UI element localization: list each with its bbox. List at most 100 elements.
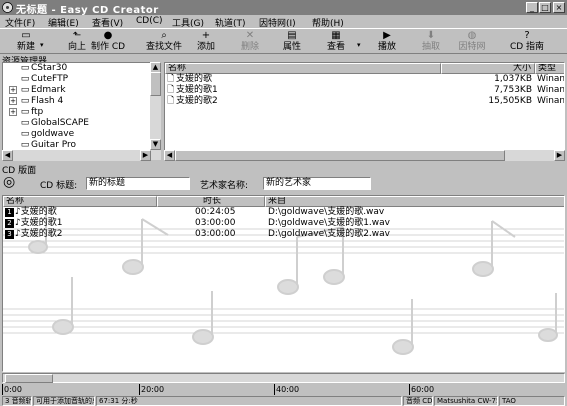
status-drive: Matsushita CW-7502 xyxy=(434,396,498,406)
maximize-button[interactable]: □ xyxy=(539,2,551,13)
status-time-left: 67:31 分:秒 xyxy=(96,396,402,406)
expand-icon[interactable]: + xyxy=(9,97,17,105)
cd-disc-icon: ◎ xyxy=(3,174,16,190)
track-row[interactable]: 3 ♪支媛的歌2 03:00:00 D:\goldwave\支媛的歌2.wav xyxy=(3,229,564,240)
file-type: Winan xyxy=(537,96,565,106)
scroll-right-arrow-icon[interactable]: ▶ xyxy=(140,150,151,161)
extract-icon: ⬇ xyxy=(426,30,436,41)
track-duration: 03:00:00 xyxy=(195,218,236,228)
scroll-down-arrow-icon[interactable]: ▼ xyxy=(150,139,161,150)
tree-item[interactable]: ▭ CStar30 xyxy=(19,63,67,74)
ruler-tick xyxy=(2,384,3,395)
artist-label: 艺术家名称: xyxy=(200,181,249,191)
expand-icon[interactable]: + xyxy=(9,108,17,116)
list-item[interactable]: 🗋 支媛的歌2 15,505KB Winan xyxy=(165,96,565,107)
make-cd-button[interactable]: ● 制作 CD xyxy=(88,30,128,53)
timeline-thumb[interactable] xyxy=(5,374,53,383)
extract-button[interactable]: ⬇ 抽取 xyxy=(411,30,451,53)
view-button[interactable]: ▦ 查看 xyxy=(316,30,356,53)
scroll-right-arrow-icon[interactable]: ▶ xyxy=(554,150,565,161)
artist-input[interactable]: 新的艺术家 xyxy=(263,177,371,190)
add-icon: + xyxy=(201,30,211,41)
toolbar: ▭ 新建 ▾ ⬑ 向上 ● 制作 CD ⌕ 查找文件 + 添加 ✕ 删除 ▤ 属… xyxy=(0,28,567,54)
status-hint: 可用于添加音轨的总计时间 xyxy=(33,396,95,406)
tree-item[interactable]: + ▭ ftp xyxy=(9,107,43,118)
cd-guide-icon: ? xyxy=(524,30,530,41)
scroll-thumb[interactable] xyxy=(175,150,505,161)
file-list-horizontal-scrollbar[interactable]: ◀ ▶ xyxy=(164,150,565,161)
tree-item[interactable]: ▭ GlobalSCAPE xyxy=(19,118,89,129)
properties-button[interactable]: ▤ 属性 xyxy=(272,30,312,53)
delete-button[interactable]: ✕ 删除 xyxy=(230,30,270,53)
expand-icon[interactable]: + xyxy=(9,86,17,94)
file-name: 支媛的歌 xyxy=(176,74,213,84)
extract-button-label: 抽取 xyxy=(421,42,440,52)
timeline[interactable]: 0:00 20:00 40:00 60:00 xyxy=(2,373,565,395)
app-icon xyxy=(2,2,13,13)
minimize-button[interactable]: _ xyxy=(526,2,538,13)
column-header-size[interactable]: 大小 xyxy=(441,63,535,74)
track-row[interactable]: 1 ♪支媛的歌 00:24:05 D:\goldwave\支媛的歌.wav xyxy=(3,207,564,218)
timeline-scrollbar[interactable] xyxy=(2,373,565,383)
folder-icon: ▭ xyxy=(20,74,30,84)
track-column-header-duration[interactable]: 时长 xyxy=(157,196,265,207)
ruler-tick xyxy=(409,384,410,395)
file-name: 支媛的歌1 xyxy=(176,85,218,95)
scroll-left-arrow-icon[interactable]: ◀ xyxy=(164,150,175,161)
track-name: 支媛的歌 xyxy=(20,207,57,217)
new-dropdown-arrow-icon[interactable]: ▾ xyxy=(40,41,44,49)
menu-cd[interactable]: CD(C) xyxy=(136,16,163,26)
menu-bar: 文件(F) 编辑(E) 查看(V) CD(C) 工具(G) 轨道(T) 因特网(… xyxy=(0,15,567,29)
file-list[interactable]: 名称 大小 类型 🗋 支媛的歌 1,037KB Winan 🗋 支媛的歌1 7,… xyxy=(164,62,565,160)
file-size: 15,505KB xyxy=(488,96,532,106)
track-column-header-source[interactable]: 来自 xyxy=(265,196,564,207)
record-cd-icon: ● xyxy=(103,30,113,41)
folder-icon: ▭ xyxy=(20,96,30,106)
column-header-name[interactable]: 名称 xyxy=(165,63,441,74)
tree-item-label: CuteFTP xyxy=(31,74,68,84)
scroll-thumb[interactable] xyxy=(150,72,161,96)
track-column-header-name[interactable]: 名称 xyxy=(3,196,157,207)
file-size: 1,037KB xyxy=(494,74,532,84)
internet-icon: ◍ xyxy=(467,30,477,41)
tree-horizontal-scrollbar[interactable]: ◀ ▶ xyxy=(2,150,151,161)
delete-button-label: 删除 xyxy=(240,42,259,52)
find-files-button[interactable]: ⌕ 查找文件 xyxy=(144,30,184,53)
file-type: Winan xyxy=(537,74,565,84)
tree-item-label: goldwave xyxy=(31,129,75,139)
tree-item[interactable]: ▭ CuteFTP xyxy=(19,74,68,85)
find-files-button-label: 查找文件 xyxy=(145,42,182,52)
tree-item[interactable]: + ▭ Edmark xyxy=(9,85,66,96)
properties-icon: ▤ xyxy=(287,30,297,41)
file-type: Winan xyxy=(537,85,565,95)
cd-guide-button[interactable]: ? CD 指南 xyxy=(503,30,551,53)
track-list[interactable]: 名称 时长 来自 1 ♪支媛的歌 00:24:05 D:\goldwave\支媛的… xyxy=(2,195,565,372)
track-duration: 03:00:00 xyxy=(195,229,236,239)
view-dropdown-arrow-icon[interactable]: ▾ xyxy=(357,41,361,49)
column-header-type[interactable]: 类型 xyxy=(535,63,564,74)
play-button[interactable]: ▶ 播放 xyxy=(367,30,407,53)
delete-icon: ✕ xyxy=(245,30,255,41)
add-button-label: 添加 xyxy=(196,42,215,52)
status-write-type: TAO xyxy=(499,396,565,406)
track-number: 2 xyxy=(5,219,14,228)
tree-item[interactable]: + ▭ Flash 4 xyxy=(9,96,63,107)
track-row[interactable]: 2 ♪支媛的歌1 03:00:00 D:\goldwave\支媛的歌1.wav xyxy=(3,218,564,229)
tree-item[interactable]: ▭ goldwave xyxy=(19,129,74,140)
list-item[interactable]: 🗋 支媛的歌1 7,753KB Winan xyxy=(165,85,565,96)
time-ruler: 0:00 20:00 40:00 60:00 xyxy=(2,384,565,395)
scroll-left-arrow-icon[interactable]: ◀ xyxy=(2,150,13,161)
list-item[interactable]: 🗋 支媛的歌 1,037KB Winan xyxy=(165,74,565,85)
ruler-label: 40:00 xyxy=(276,385,300,394)
track-name: 支媛的歌2 xyxy=(20,229,63,239)
make-cd-button-label: 制作 CD xyxy=(90,42,126,52)
internet-button[interactable]: ◍ 因特网 xyxy=(452,30,492,53)
add-button[interactable]: + 添加 xyxy=(186,30,226,53)
track-source: D:\goldwave\支媛的歌2.wav xyxy=(268,229,390,239)
tree-vertical-scrollbar[interactable]: ▲ ▼ xyxy=(150,62,161,160)
folder-tree[interactable]: ▭ CStar30 ▭ CuteFTP + ▭ Edmark + ▭ Flash 4 + ▭ f… xyxy=(2,62,160,160)
cd-title-input[interactable]: 新的标题 xyxy=(86,177,190,190)
window-title: 无标题 - Easy CD Creator xyxy=(16,5,159,16)
tree-item-label: GlobalSCAPE xyxy=(31,118,89,128)
close-button[interactable]: × xyxy=(553,2,565,13)
